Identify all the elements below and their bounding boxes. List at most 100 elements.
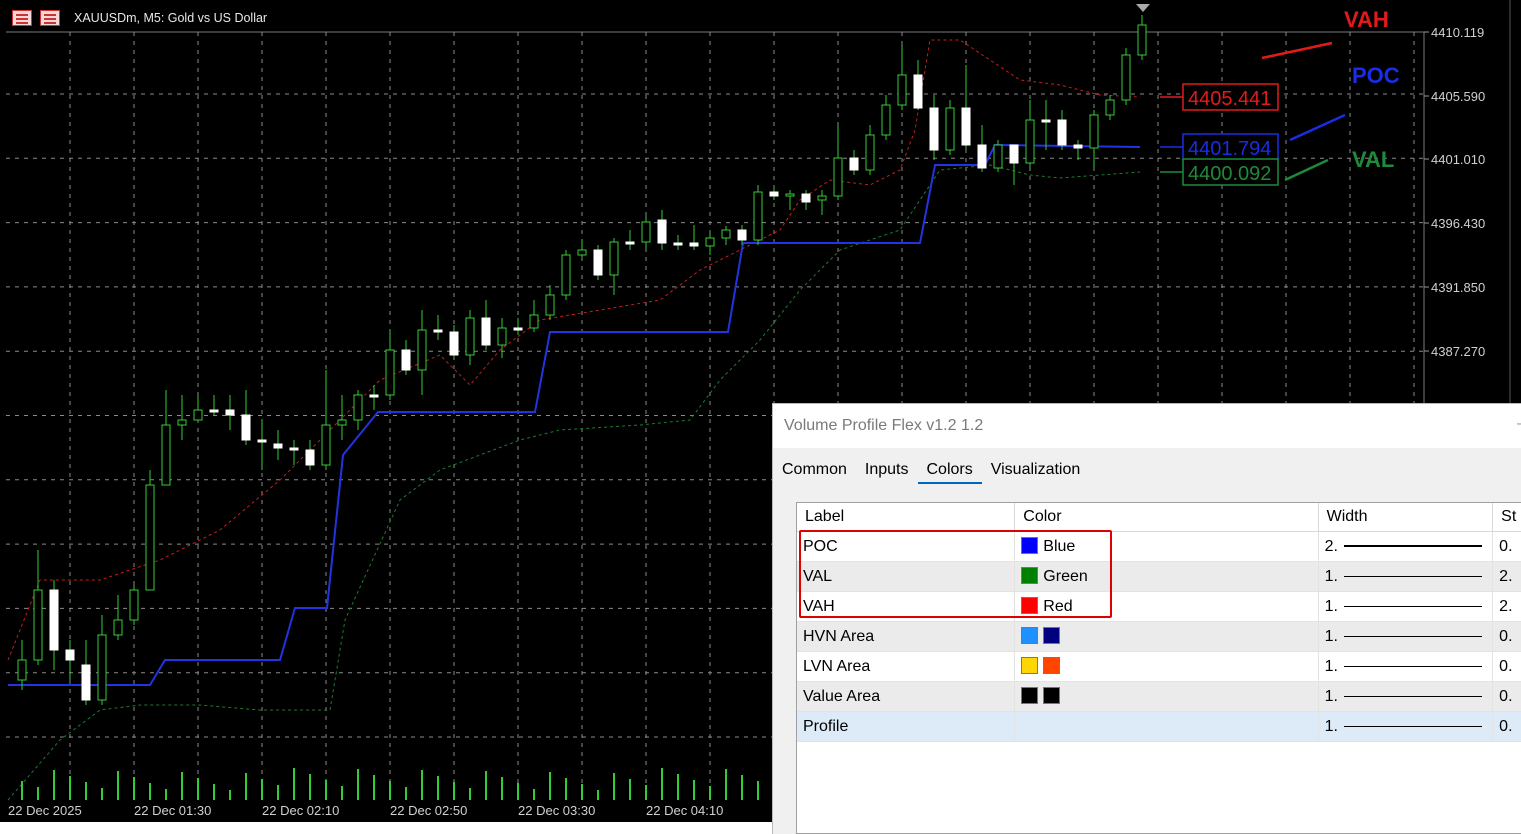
candle-body (737, 229, 747, 241)
price-label: 4401.010 (1431, 152, 1485, 167)
candle-body (897, 74, 907, 106)
minimize-icon[interactable]: – (1517, 415, 1521, 433)
width-line-preview (1343, 635, 1482, 637)
row-color-cell[interactable] (1014, 711, 1319, 742)
chart-shift-marker-icon (1136, 4, 1150, 12)
color-swatch[interactable] (1021, 657, 1039, 674)
width-value: 1. (1324, 687, 1338, 705)
table-row[interactable]: Value Area 1. 0. (797, 681, 1521, 712)
row-style-cell[interactable]: 0. (1492, 621, 1521, 652)
table-header-row: Label Color Width St (797, 503, 1521, 532)
row-width-cell[interactable]: 1. (1318, 591, 1494, 622)
width-line-preview (1343, 575, 1482, 577)
chart-titlebar-icons (12, 10, 60, 26)
width-line-preview (1343, 665, 1482, 667)
color-swatch[interactable] (1043, 657, 1061, 674)
width-line-preview (1343, 605, 1482, 607)
time-label: 22 Dec 02:10 (262, 803, 339, 818)
candle-body (481, 317, 491, 346)
candle-body (241, 414, 251, 441)
row-width-cell[interactable]: 1. (1318, 681, 1494, 712)
row-style-cell[interactable]: 2. (1492, 561, 1521, 592)
candle-body (1009, 144, 1019, 164)
vah-arrow-stroke (1261, 41, 1333, 60)
time-label: 22 Dec 2025 (8, 803, 82, 818)
candle-body (17, 659, 27, 681)
candle-body (273, 443, 283, 449)
color-swatch[interactable] (1021, 687, 1039, 704)
poc-label: POC (1352, 63, 1400, 88)
candle-body (945, 107, 955, 151)
candle-body (449, 331, 459, 356)
tab-visualization[interactable]: Visualization (982, 454, 1090, 484)
dialog-title: Volume Profile Flex v1.2 1.2 (784, 417, 984, 434)
row-width-cell[interactable]: 1. (1318, 561, 1494, 592)
volume-profile-dialog[interactable]: Volume Profile Flex v1.2 1.2 – Common In… (772, 403, 1521, 834)
row-style-cell[interactable]: 0. (1492, 531, 1521, 562)
candle-body (193, 409, 203, 421)
table-row[interactable]: HVN Area 1. 0. (797, 621, 1521, 652)
row-width-cell[interactable]: 1. (1318, 651, 1494, 682)
column-header-style[interactable]: St (1492, 503, 1521, 532)
row-color-cell[interactable] (1014, 621, 1319, 652)
poc-arrow-stroke (1289, 113, 1346, 142)
candle-body (961, 107, 971, 146)
candle-body (993, 144, 1003, 169)
val-arrow-stroke (1284, 158, 1329, 182)
row-label: Value Area (797, 681, 1016, 712)
dialog-titlebar[interactable]: Volume Profile Flex v1.2 1.2 – (773, 404, 1521, 448)
candle-body (113, 619, 123, 636)
candle-body (209, 409, 219, 413)
chart-restore-icon[interactable] (40, 10, 60, 26)
color-swatch[interactable] (1043, 627, 1061, 644)
candle-body (369, 394, 379, 398)
candle-body (433, 329, 443, 333)
chart-window-icon[interactable] (12, 10, 32, 26)
candle-body (721, 229, 731, 239)
row-width-cell[interactable]: 1. (1318, 711, 1494, 742)
row-style-cell[interactable]: 2. (1492, 591, 1521, 622)
candle-body (545, 294, 555, 316)
candle-body (129, 589, 139, 621)
tab-common[interactable]: Common (773, 454, 856, 484)
dialog-tabs: Common Inputs Colors Visualization (773, 454, 1089, 494)
candle-body (881, 104, 891, 136)
width-value: 1. (1324, 657, 1338, 675)
candle-body (673, 242, 683, 246)
chart-title: XAUUSDm, M5: Gold vs US Dollar (74, 11, 268, 25)
table-row[interactable]: LVN Area 1. 0. (797, 651, 1521, 682)
row-width-cell[interactable]: 1. (1318, 621, 1494, 652)
candle-body (849, 157, 859, 171)
candle-body (1105, 99, 1115, 116)
width-value: 1. (1324, 717, 1338, 735)
time-label: 22 Dec 02:50 (390, 803, 467, 818)
column-header-color[interactable]: Color (1014, 503, 1319, 532)
candle-body (657, 219, 667, 244)
row-color-cell[interactable] (1014, 651, 1319, 682)
row-style-cell[interactable]: 0. (1492, 681, 1521, 712)
color-swatch[interactable] (1021, 627, 1039, 644)
table-row[interactable]: Profile 1. 0. (797, 711, 1521, 742)
row-color-cell[interactable] (1014, 681, 1319, 712)
column-header-width[interactable]: Width (1318, 503, 1494, 532)
row-style-cell[interactable]: 0. (1492, 651, 1521, 682)
width-value: 1. (1324, 627, 1338, 645)
candle-body (769, 191, 779, 197)
tab-colors[interactable]: Colors (917, 454, 982, 484)
row-style-cell[interactable]: 0. (1492, 711, 1521, 742)
column-header-label[interactable]: Label (797, 503, 1016, 532)
candle-body (977, 144, 987, 169)
candle-body (497, 327, 507, 346)
row-width-cell[interactable]: 2. (1318, 531, 1494, 562)
price-label: 4410.119 (1431, 25, 1484, 40)
tab-inputs[interactable]: Inputs (856, 454, 918, 484)
candle-body (401, 349, 411, 371)
candle-body (817, 195, 827, 201)
candle-body (513, 327, 523, 331)
width-line-preview (1343, 545, 1482, 548)
candle-body (1089, 114, 1099, 149)
time-label: 22 Dec 01:30 (134, 803, 211, 818)
width-value: 1. (1324, 567, 1338, 585)
color-swatch[interactable] (1043, 687, 1061, 704)
candle-body (705, 237, 715, 247)
